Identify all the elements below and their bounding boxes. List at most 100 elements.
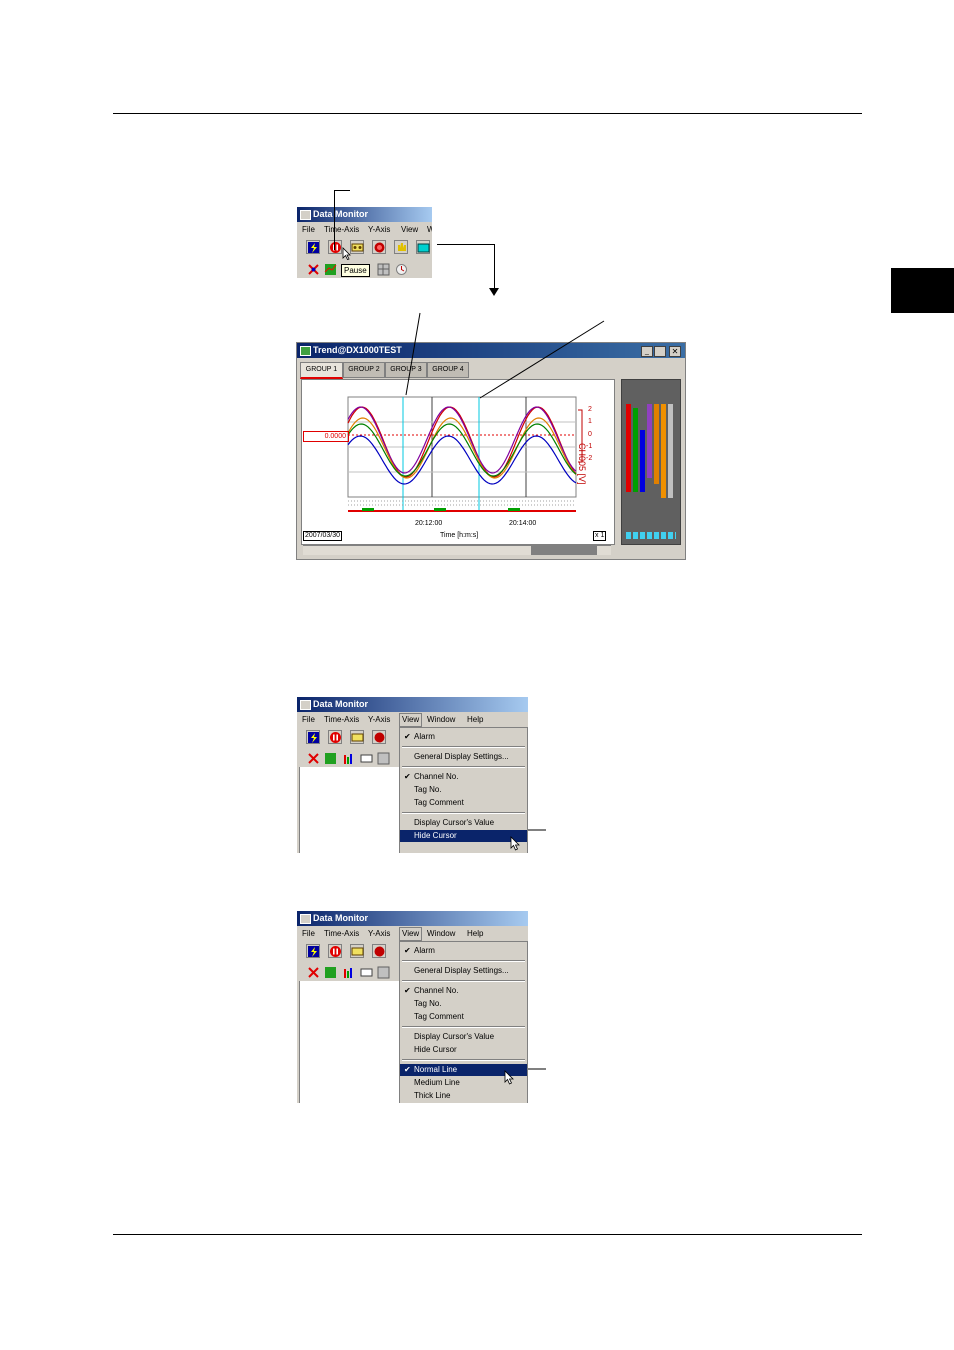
connect-button[interactable] [306, 944, 320, 958]
menu-item-display-cursor-s-value[interactable]: Display Cursor's Value [400, 1031, 527, 1043]
pause-button[interactable] [328, 730, 342, 744]
menu-item-label: Hide Cursor [414, 1045, 457, 1054]
trend-button[interactable] [306, 751, 320, 765]
connect-button[interactable] [306, 730, 320, 744]
digital-button[interactable] [323, 965, 337, 979]
menu-item-label: Normal Line [414, 1065, 458, 1074]
stop-button[interactable] [372, 240, 386, 254]
tab-group-1[interactable]: GROUP 1 [300, 362, 343, 379]
bar-blue [640, 430, 645, 492]
record-button[interactable] [350, 730, 364, 744]
horizontal-scrollbar[interactable] [303, 545, 611, 555]
figure4-window: Data Monitor File Time-Axis Y-Axis View … [297, 911, 528, 1103]
close-button[interactable]: ✕ [669, 346, 681, 357]
menu-item-label: Tag Comment [414, 798, 464, 807]
tab-group-3[interactable]: GROUP 3 [385, 362, 427, 378]
numeric-icon [360, 754, 373, 763]
menu-item-tag-comment[interactable]: Tag Comment [400, 1011, 527, 1023]
menu-item-channel-no[interactable]: ✔ Channel No. [400, 985, 527, 997]
trend-icon [308, 264, 319, 275]
menu-time-axis[interactable]: Time-Axis [324, 712, 359, 727]
pause-button[interactable] [328, 944, 342, 958]
tab-group-4[interactable]: GROUP 4 [427, 362, 469, 378]
menu-y-axis[interactable]: Y-Axis [368, 222, 390, 237]
clock-button[interactable] [394, 262, 408, 276]
hand-icon [398, 243, 406, 251]
zoom-label: x 1 [593, 531, 607, 541]
menu-view[interactable]: View [399, 713, 423, 727]
menu-window[interactable]: Window [427, 926, 455, 941]
menu-item-label: Alarm [414, 732, 435, 741]
connect-button[interactable] [306, 240, 320, 254]
figure3-titlebar: Data Monitor [297, 697, 528, 712]
callout-pause-v [334, 190, 335, 250]
menu-file[interactable]: File [302, 222, 315, 237]
menu-item-tag-no[interactable]: Tag No. [400, 998, 527, 1010]
menu-time-axis[interactable]: Time-Axis [324, 926, 359, 941]
section-tab [891, 268, 954, 313]
menu-window[interactable]: Window [427, 712, 455, 727]
menu-file[interactable]: File [302, 712, 315, 727]
menu-view[interactable]: View [399, 927, 423, 941]
numeric-button[interactable] [359, 965, 373, 979]
menu-item-tag-no[interactable]: Tag No. [400, 784, 527, 796]
menu-view[interactable]: View [401, 222, 418, 237]
menu-item-hide-cursor[interactable]: Hide Cursor [400, 1044, 527, 1056]
menu-item-label: Medium Line [414, 1078, 460, 1087]
bar-button[interactable] [341, 965, 355, 979]
minimize-button[interactable]: _ [641, 346, 653, 357]
menu-item-channel-no[interactable]: ✔ Channel No. [400, 771, 527, 783]
tab-group-2[interactable]: GROUP 2 [343, 362, 385, 378]
figure4-menubar: File Time-Axis Y-Axis View Window Help [297, 926, 528, 941]
trend-button[interactable] [306, 965, 320, 979]
menu-item-label: Tag No. [414, 785, 442, 794]
record-button[interactable] [350, 944, 364, 958]
menu-item-alarm[interactable]: ✔ Alarm [400, 731, 527, 743]
menu-item-alarm[interactable]: ✔ Alarm [400, 945, 527, 957]
menu-help[interactable]: Help [467, 926, 483, 941]
menu-time-axis[interactable]: Time-Axis [324, 222, 359, 237]
menu-item-general-display-settings[interactable]: General Display Settings... [400, 965, 527, 977]
overview-button[interactable] [376, 751, 390, 765]
time-tick-2: 20:14:00 [509, 520, 537, 527]
bar-orange-2 [661, 404, 666, 498]
pause-button[interactable] [328, 240, 342, 254]
bottom-rule [113, 1234, 862, 1235]
pause-tooltip: Pause [341, 264, 370, 277]
trend-button[interactable] [306, 262, 320, 276]
digital-button[interactable] [323, 262, 337, 276]
pause-icon [330, 732, 341, 743]
tape-icon [351, 947, 364, 956]
figure1-title: Data Monitor [313, 209, 368, 219]
menu-y-axis[interactable]: Y-Axis [368, 712, 390, 727]
overview-button[interactable] [376, 262, 390, 276]
menu-item-general-display-settings[interactable]: General Display Settings... [400, 751, 527, 763]
bar-button[interactable] [341, 751, 355, 765]
mouse-cursor-icon [342, 247, 351, 260]
chart-icon [324, 264, 337, 275]
stop-button[interactable] [372, 730, 386, 744]
menu-item-label: Thick Line [414, 1091, 451, 1100]
menu-item-tag-comment[interactable]: Tag Comment [400, 797, 527, 809]
callout-pause-h [334, 190, 350, 191]
digital-button[interactable] [323, 751, 337, 765]
numeric-button[interactable] [359, 751, 373, 765]
menu-item-thick-line[interactable]: Thick Line [400, 1090, 527, 1102]
menu-window[interactable]: W [427, 222, 432, 237]
maximize-button[interactable] [654, 346, 666, 357]
stop-button[interactable] [372, 944, 386, 958]
menu-y-axis[interactable]: Y-Axis [368, 926, 390, 941]
menu-item-display-cursor-s-value[interactable]: Display Cursor's Value [400, 817, 527, 829]
menu-help[interactable]: Help [467, 712, 483, 727]
record-button[interactable] [350, 240, 364, 254]
alarm-ack-button[interactable] [394, 240, 408, 254]
menu-item-hide-cursor[interactable]: Hide Cursor [400, 830, 527, 842]
menu-file[interactable]: File [302, 926, 315, 941]
numeric-icon [360, 968, 373, 977]
figure1-menubar: File Time-Axis Y-Axis View W [297, 222, 432, 237]
monitor-button[interactable] [416, 240, 430, 254]
overview-button[interactable] [376, 965, 390, 979]
scroll-thumb[interactable] [531, 546, 597, 555]
monitor-icon [417, 243, 430, 253]
figure2-titlebar: Trend@DX1000TEST [297, 343, 685, 358]
